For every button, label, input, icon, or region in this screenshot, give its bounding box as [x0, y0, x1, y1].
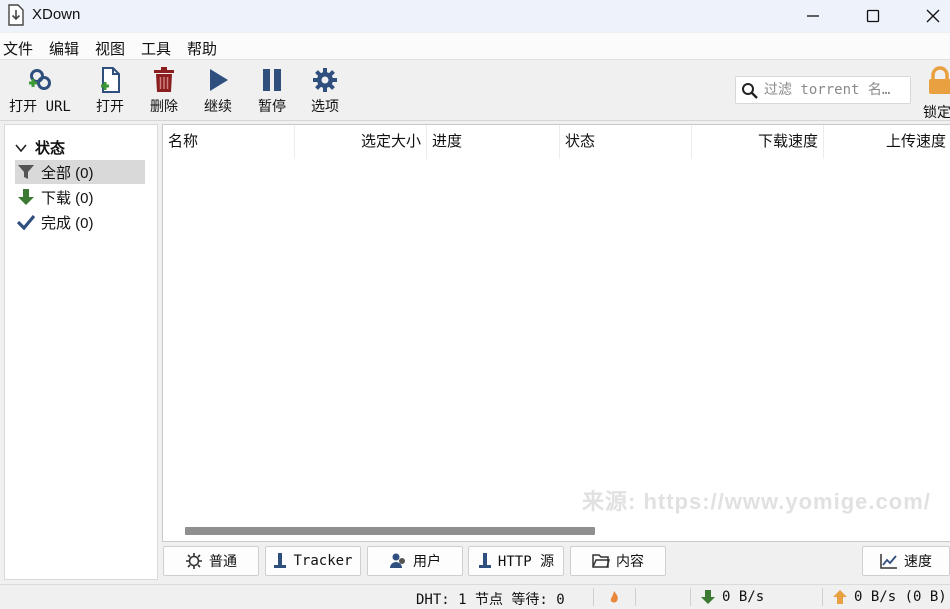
- link-icon: [29, 69, 51, 90]
- detail-tabs: 普通 Tracker 用户 HTTP 源 内容 速度: [0, 544, 950, 580]
- column-header-download-speed[interactable]: 下载速度: [692, 125, 824, 159]
- menu-view[interactable]: 视图: [95, 38, 125, 59]
- lock-icon: [929, 66, 950, 94]
- status-bar: DHT: 1 节点 等待: 0 0 B/s 0 B/s (0 B): [0, 584, 950, 608]
- folder-icon: [592, 554, 610, 568]
- pin-icon: [478, 553, 491, 568]
- maximize-button[interactable]: [850, 0, 896, 32]
- menu-help[interactable]: 帮助: [187, 38, 217, 59]
- horizontal-scrollbar[interactable]: [163, 521, 950, 541]
- options-button[interactable]: 选项: [305, 66, 345, 118]
- torrent-list[interactable]: 名称 选定大小 进度 状态 下载速度 上传速度: [162, 124, 950, 542]
- toolbar: 打开 URL 打开 删除 继续 暂停 选项 过滤 torrent 名… 锁定: [0, 61, 950, 121]
- menu-file[interactable]: 文件: [3, 38, 33, 59]
- down-arrow-icon: [18, 189, 34, 205]
- close-icon: [926, 9, 940, 23]
- tab-label: 用户: [413, 554, 441, 570]
- sidebar-item-label: 全部 (0): [41, 164, 94, 182]
- download-speed-value: 0 B/s: [722, 589, 765, 605]
- pin-icon: [274, 553, 287, 568]
- app-icon: [8, 4, 24, 26]
- upload-speed-status: 0 B/s (0 B): [832, 589, 947, 605]
- menu-bar: 文件 编辑 视图 工具 帮助: [0, 33, 950, 60]
- menu-edit[interactable]: 编辑: [49, 38, 79, 59]
- sidebar-item-downloading[interactable]: 下载 (0): [15, 185, 145, 209]
- pause-button[interactable]: 暂停: [252, 66, 292, 118]
- tab-label: HTTP 源: [497, 554, 555, 570]
- down-arrow-icon: [701, 590, 715, 604]
- minimize-button[interactable]: [790, 0, 836, 32]
- status-separator: [635, 588, 636, 606]
- pause-icon: [263, 69, 281, 91]
- tab-label: 速度: [904, 554, 932, 570]
- upload-speed-value: 0 B/s (0 B): [854, 589, 947, 605]
- file-add-icon: [101, 67, 120, 93]
- users-icon: [390, 553, 405, 568]
- status-separator: [593, 588, 594, 606]
- status-sidebar: 状态 全部 (0) 下载 (0) 完成 (0): [4, 124, 158, 580]
- column-header-name[interactable]: 名称: [163, 125, 295, 159]
- download-speed-status: 0 B/s: [700, 589, 764, 605]
- tab-label: 内容: [616, 554, 644, 570]
- maximize-icon: [866, 9, 880, 23]
- status-separator: [822, 588, 823, 606]
- close-button[interactable]: [910, 0, 950, 32]
- status-group-header[interactable]: 状态: [15, 137, 65, 158]
- flame-icon: [610, 591, 618, 603]
- resume-button[interactable]: 继续: [198, 66, 238, 118]
- dht-status: DHT: 1 节点 等待: 0: [416, 592, 565, 608]
- scrollbar-thumb[interactable]: [185, 527, 595, 535]
- tab-general[interactable]: 普通: [163, 546, 259, 576]
- up-arrow-icon: [833, 590, 847, 604]
- sidebar-item-label: 完成 (0): [41, 214, 94, 232]
- check-icon: [17, 214, 35, 231]
- sidebar-item-label: 下载 (0): [41, 189, 94, 207]
- tab-http-sources[interactable]: HTTP 源: [468, 546, 564, 576]
- column-header-size[interactable]: 选定大小: [295, 125, 427, 159]
- tab-peers[interactable]: 用户: [367, 546, 463, 576]
- lock-button[interactable]: 锁定: [920, 66, 950, 122]
- delete-button[interactable]: 删除: [144, 66, 184, 118]
- trash-icon: [154, 67, 174, 92]
- status-group-label: 状态: [35, 140, 66, 157]
- tab-label: 普通: [209, 554, 237, 570]
- filter-icon: [18, 165, 34, 179]
- window-title: XDown: [32, 6, 81, 23]
- chevron-down-icon: [15, 143, 27, 152]
- play-icon: [210, 69, 228, 91]
- sidebar-item-completed[interactable]: 完成 (0): [15, 210, 145, 234]
- open-url-button[interactable]: 打开 URL: [6, 66, 74, 118]
- gear-icon: [313, 68, 337, 92]
- minimize-icon: [807, 15, 819, 17]
- search-box[interactable]: [735, 76, 911, 104]
- title-bar: XDown: [0, 0, 950, 32]
- sidebar-item-all[interactable]: 全部 (0): [15, 160, 145, 184]
- chart-line-icon: [880, 554, 897, 569]
- column-header-progress[interactable]: 进度: [427, 125, 560, 159]
- tab-tracker[interactable]: Tracker: [265, 546, 361, 576]
- search-icon: [742, 83, 758, 99]
- column-header-status[interactable]: 状态: [560, 125, 692, 159]
- menu-tools[interactable]: 工具: [141, 38, 171, 59]
- gear-cog-icon: [186, 553, 202, 569]
- tab-content[interactable]: 内容: [570, 546, 666, 576]
- column-header-upload-speed[interactable]: 上传速度: [824, 125, 950, 159]
- search-input[interactable]: [764, 80, 909, 100]
- open-button[interactable]: 打开: [90, 66, 130, 118]
- tab-label: Tracker: [293, 553, 353, 569]
- tab-speed[interactable]: 速度: [862, 546, 950, 576]
- status-separator: [690, 588, 691, 606]
